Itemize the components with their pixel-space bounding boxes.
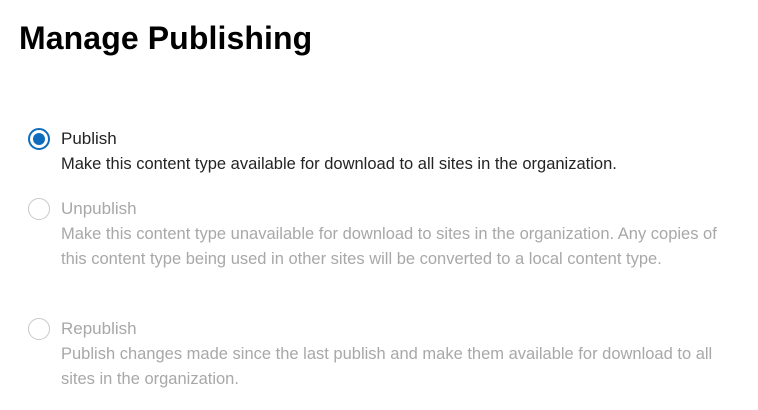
republish-label: Republish	[61, 319, 137, 338]
unpublish-radio	[28, 198, 50, 220]
unpublish-radio-row: Unpublish	[28, 196, 748, 222]
republish-description: Publish changes made since the last publ…	[61, 345, 713, 388]
publish-option[interactable]: Publish Make this content type available…	[28, 126, 748, 177]
unpublish-option: Unpublish Make this content type unavail…	[28, 196, 748, 272]
publish-label[interactable]: Publish	[61, 127, 117, 151]
publish-radio-row[interactable]: Publish	[28, 126, 748, 152]
republish-option: Republish Publish changes made since the…	[28, 316, 748, 392]
republish-radio	[28, 318, 50, 340]
unpublish-description: Make this content type unavailable for d…	[61, 225, 717, 268]
republish-radio-row: Republish	[28, 316, 748, 342]
publish-description: Make this content type available for dow…	[61, 155, 617, 173]
unpublish-label: Unpublish	[61, 199, 137, 218]
manage-publishing-page: Manage Publishing Publish Make this cont…	[0, 0, 758, 410]
publish-radio[interactable]	[28, 128, 50, 150]
page-title: Manage Publishing	[19, 20, 313, 56]
